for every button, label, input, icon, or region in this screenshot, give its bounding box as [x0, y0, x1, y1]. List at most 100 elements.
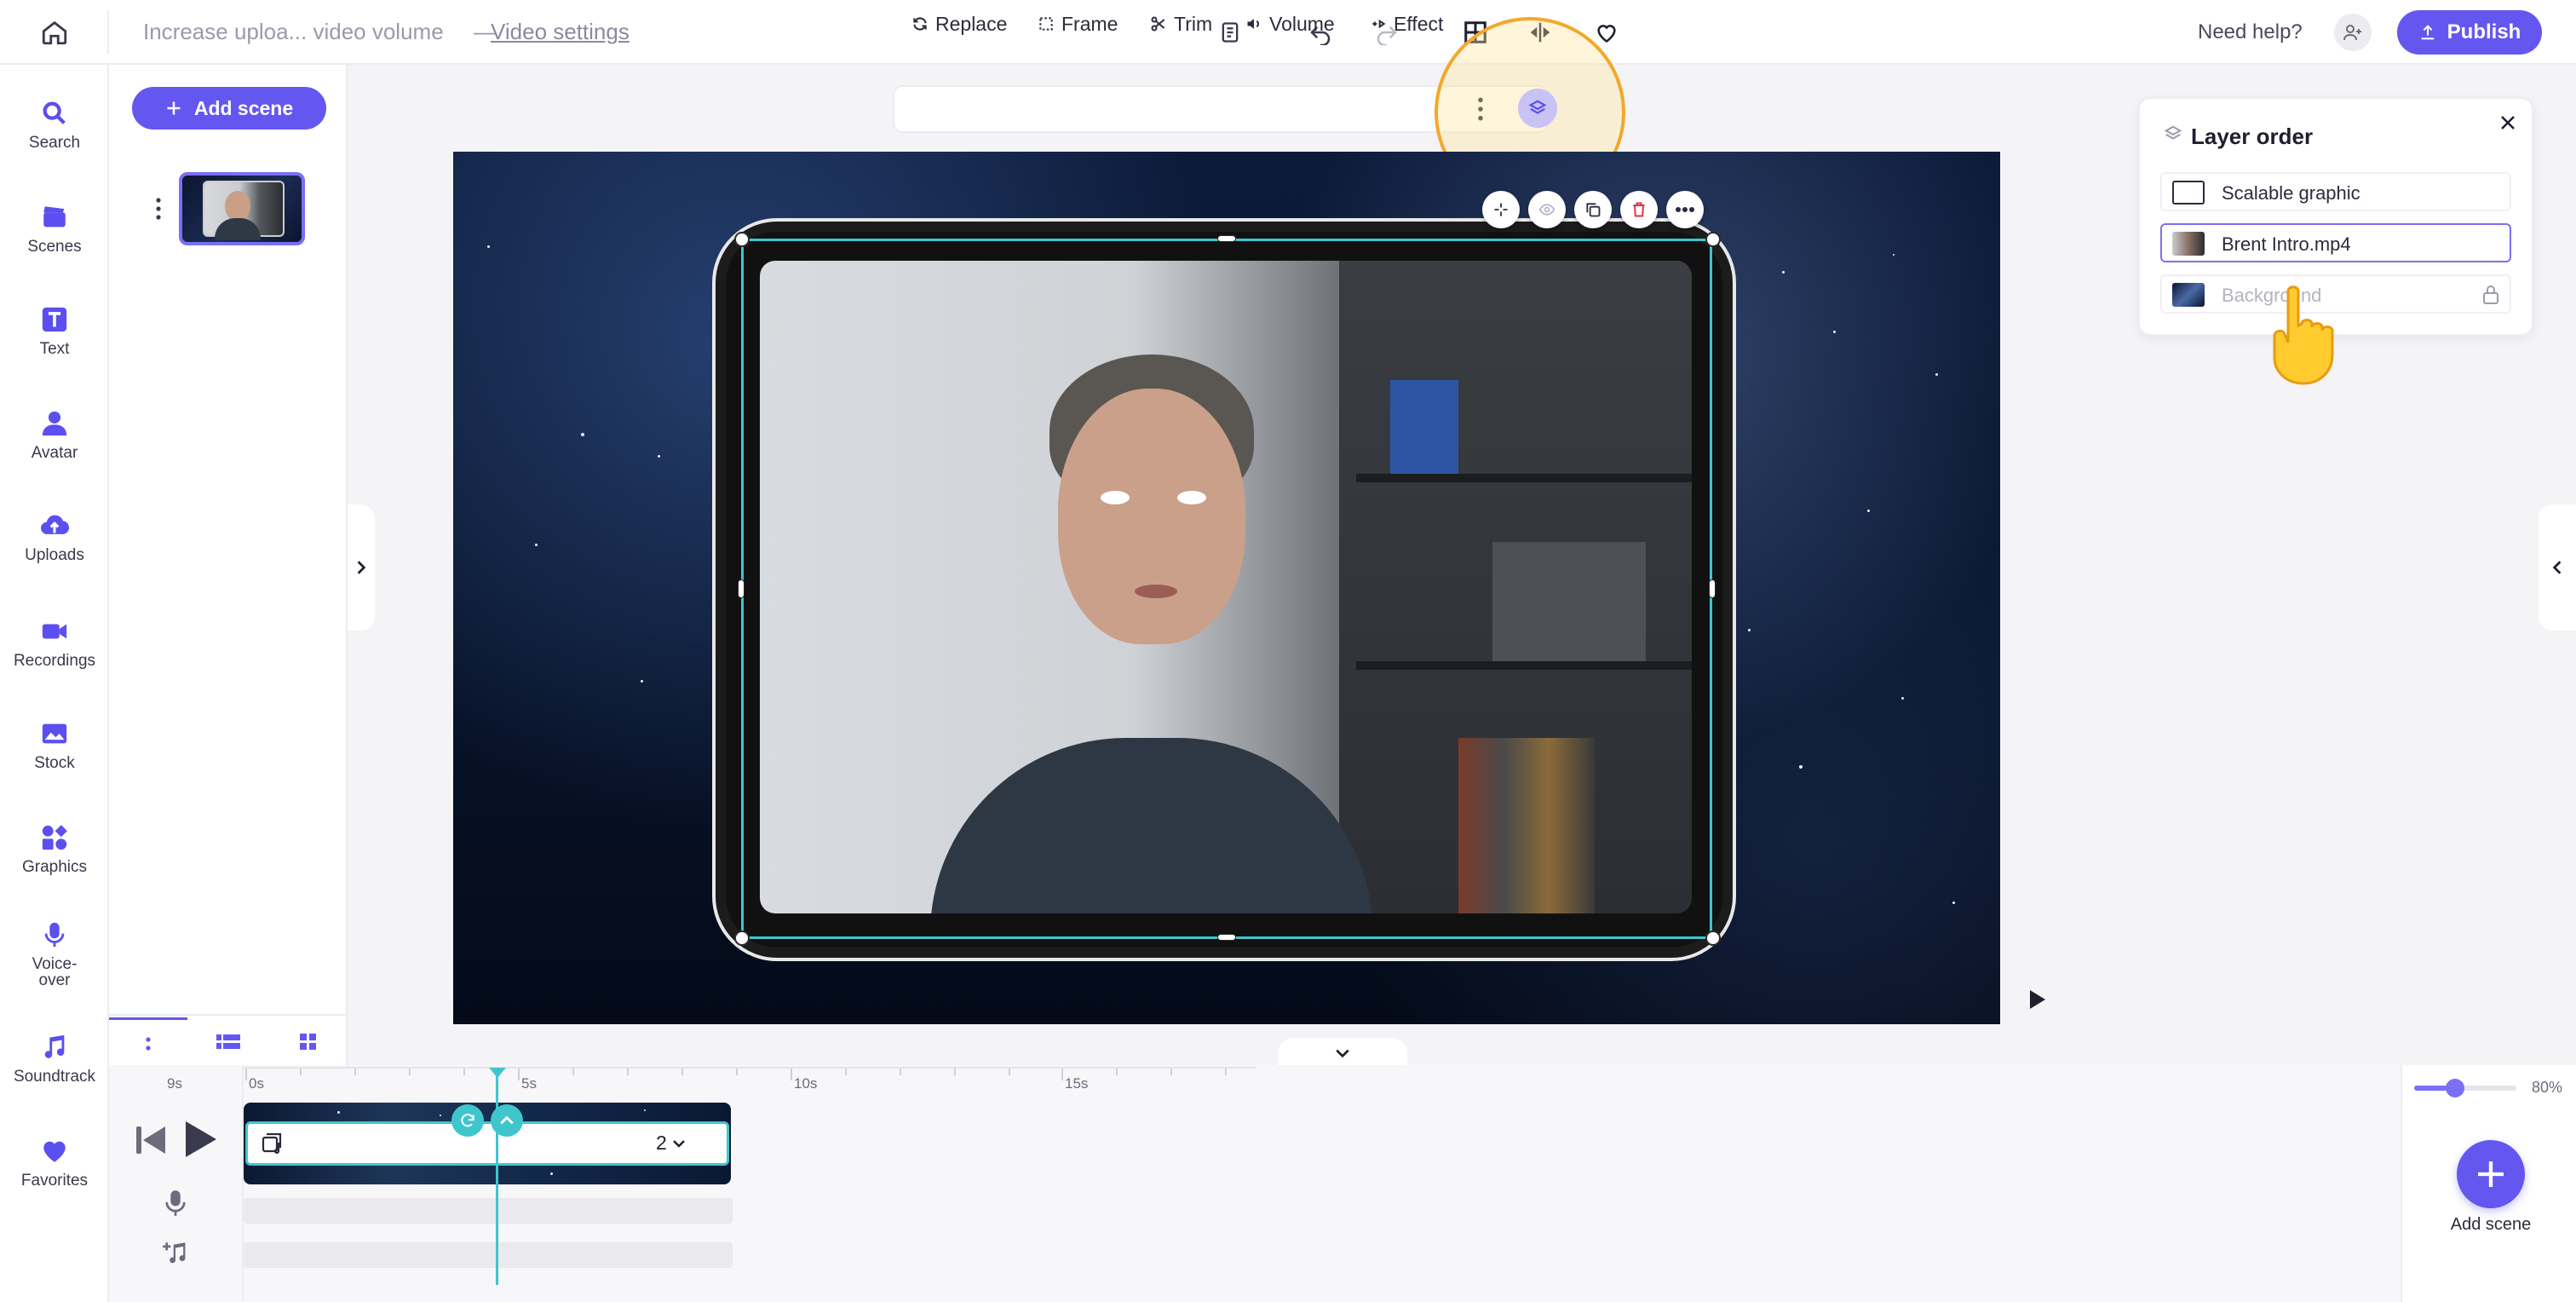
duplicate-button[interactable]: [1574, 191, 1612, 228]
animate-button[interactable]: [1482, 191, 1520, 228]
layer-row-brent-intro[interactable]: Brent Intro.mp4: [2160, 223, 2511, 262]
delete-button[interactable]: [1620, 191, 1658, 228]
eye-icon: [1538, 204, 1555, 216]
replace-button[interactable]: Replace: [911, 10, 1007, 37]
scene-thumbnail[interactable]: [179, 172, 305, 245]
tab-list-view[interactable]: [109, 1017, 187, 1067]
playhead[interactable]: [496, 1074, 498, 1285]
home-icon[interactable]: [37, 15, 72, 49]
publish-button[interactable]: Publish: [2397, 10, 2542, 55]
playhead-handle-icon[interactable]: [488, 1067, 507, 1079]
star: [1935, 373, 1938, 376]
replace-label: Replace: [935, 12, 1008, 35]
invite-user-button[interactable]: [2334, 14, 2372, 51]
layers-icon: [2164, 125, 2182, 140]
ruler-tick-minor: [572, 1069, 574, 1075]
star: [535, 544, 538, 546]
collapse-scenes-panel-button[interactable]: [348, 504, 375, 631]
lock-icon: [2483, 285, 2498, 304]
hide-button[interactable]: [1528, 191, 1566, 228]
frame-button[interactable]: Frame: [1038, 10, 1118, 37]
more-actions-button[interactable]: [1666, 191, 1704, 228]
tab-rows-view[interactable]: [189, 1017, 267, 1067]
rail-item-favorites[interactable]: Favorites: [0, 1137, 109, 1189]
microphone-icon[interactable]: [164, 1190, 187, 1217]
tab-grid-view[interactable]: [269, 1017, 348, 1067]
expand-clip-button[interactable]: [491, 1104, 523, 1137]
chevron-right-icon: [357, 561, 366, 574]
element-count-dropdown[interactable]: 2: [656, 1132, 686, 1155]
need-help-link[interactable]: Need help?: [2198, 20, 2303, 44]
voiceover-track[interactable]: [244, 1198, 733, 1224]
ruler-tick-minor: [1225, 1069, 1227, 1075]
rail-item-recordings[interactable]: Recordings: [0, 617, 109, 669]
star: [337, 1111, 340, 1114]
star: [1901, 697, 1904, 700]
preview-play-icon[interactable]: [2027, 988, 2048, 1011]
resize-handle-left[interactable]: [738, 579, 745, 598]
topbar-divider: [107, 10, 109, 55]
soundtrack-track[interactable]: [244, 1242, 733, 1268]
video-settings-link[interactable]: Video settings: [491, 19, 630, 45]
resize-handle-bottom-left[interactable]: [734, 930, 750, 946]
add-scene-fab-button[interactable]: [2457, 1140, 2525, 1208]
resize-handle-bottom[interactable]: [1217, 934, 1236, 941]
project-title[interactable]: Increase uploa... video volume: [143, 19, 444, 45]
rail-item-voiceover[interactable]: Voice- over: [0, 920, 109, 988]
collapse-right-panel-button[interactable]: [2539, 504, 2576, 631]
layer-panel-title: Layer order: [2191, 124, 2314, 149]
scene-menu-icon[interactable]: [150, 196, 167, 222]
trim-button[interactable]: Trim: [1150, 10, 1212, 37]
scene-canvas[interactable]: [453, 152, 2000, 1024]
effect-icon: [1372, 19, 1386, 29]
rail-item-text[interactable]: Text: [0, 305, 109, 357]
rail-item-graphics[interactable]: Graphics: [0, 823, 109, 875]
ruler-tick-minor: [409, 1069, 411, 1075]
tick-label: 0s: [249, 1075, 264, 1092]
tick-label: 5s: [521, 1075, 537, 1092]
rail-item-scenes[interactable]: Scenes: [0, 203, 109, 255]
rows-view-icon: [216, 1034, 240, 1049]
rail-item-uploads[interactable]: Uploads: [0, 511, 109, 563]
notes-icon[interactable]: [1213, 15, 1247, 49]
rail-label: Search: [28, 134, 81, 152]
layer-order-button[interactable]: [1518, 89, 1557, 128]
element-count: 2: [656, 1132, 667, 1154]
play-icon[interactable]: [182, 1120, 218, 1159]
rail-item-search[interactable]: Search: [0, 99, 109, 151]
effect-button[interactable]: Effect: [1370, 10, 1443, 37]
resize-handle-top-left[interactable]: [734, 232, 750, 247]
volume-button[interactable]: Volume: [1245, 10, 1335, 37]
resize-handle-right[interactable]: [1709, 579, 1716, 598]
add-scene-button[interactable]: Add scene: [132, 87, 326, 130]
trash-icon: [1633, 202, 1645, 217]
ruler-tick-minor: [681, 1069, 683, 1075]
transition-button[interactable]: [451, 1104, 484, 1137]
plus-icon: [2478, 1161, 2504, 1187]
ruler-tick-minor: [627, 1069, 629, 1075]
add-music-icon[interactable]: [162, 1241, 189, 1268]
timeline-toggle-button[interactable]: [1278, 1038, 1407, 1069]
rail-item-avatar[interactable]: Avatar: [0, 409, 109, 461]
plus-icon: [167, 101, 181, 115]
star: [1893, 254, 1895, 256]
star: [550, 1172, 553, 1175]
thumbnail-shirt: [215, 218, 261, 240]
layer-thumbnail: [2172, 181, 2205, 205]
duplicate-icon: [1586, 203, 1601, 217]
resize-handle-top[interactable]: [1217, 235, 1236, 242]
ruler-tick-minor: [354, 1069, 356, 1075]
resize-handle-top-right[interactable]: [1705, 232, 1721, 247]
close-layer-panel-button[interactable]: [2494, 109, 2521, 136]
rail-item-soundtrack[interactable]: Soundtrack: [0, 1033, 109, 1085]
rail-item-stock[interactable]: Stock: [0, 719, 109, 771]
resize-handle-bottom-right[interactable]: [1705, 930, 1721, 946]
volume-label: Volume: [1269, 12, 1335, 35]
star: [1748, 629, 1751, 631]
layer-row-scalable-graphic[interactable]: Scalable graphic: [2160, 172, 2511, 211]
zoom-slider-knob[interactable]: [2446, 1079, 2464, 1097]
selection-box: [741, 239, 1712, 939]
skip-to-start-icon[interactable]: [135, 1125, 167, 1155]
star: [1952, 902, 1955, 904]
star: [487, 245, 490, 248]
